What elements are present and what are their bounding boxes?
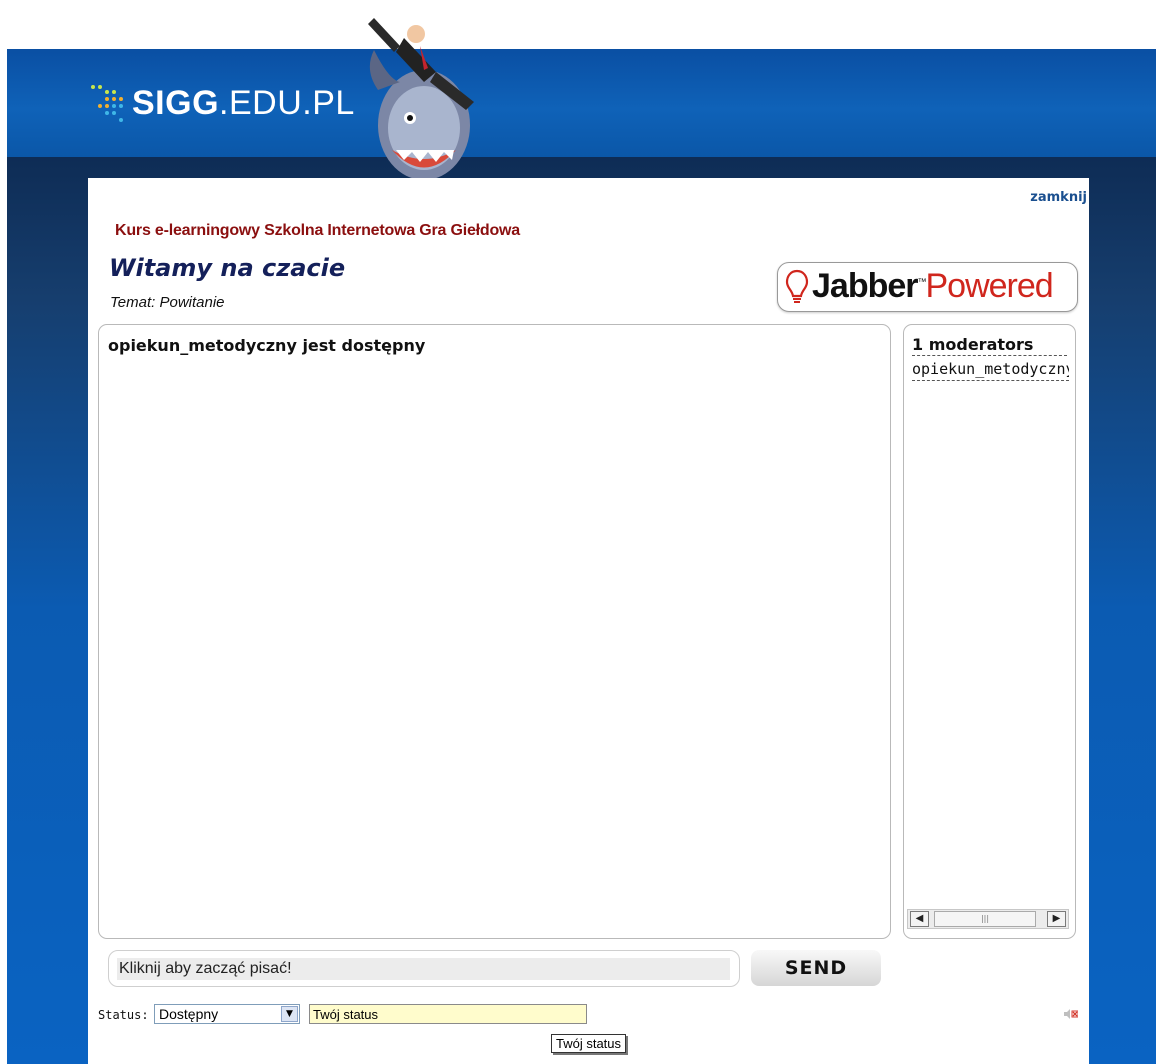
jabber-powered-badge[interactable]: Jabber™Powered	[777, 262, 1078, 312]
roster-header: 1 moderators	[912, 335, 1067, 356]
shark-rider-mascot	[368, 18, 474, 180]
status-tooltip: Twój status	[551, 1034, 627, 1053]
status-bar: Status: Dostępny ▼ Twój status	[88, 998, 1089, 1064]
chevron-down-icon[interactable]: ▼	[281, 1006, 298, 1022]
room-title: Witamy na czacie	[109, 254, 346, 282]
trademark-mark: ™	[917, 276, 927, 287]
status-select[interactable]: Dostępny ▼	[154, 1004, 300, 1024]
logo-domain: .EDU.PL	[219, 84, 355, 122]
chat-panel: zamknij Kurs e-learningowy Szkolna Inter…	[88, 178, 1089, 1064]
logo-dots-icon	[91, 85, 123, 122]
roster-panel[interactable]: 1 moderators opiekun_metodyczny ◀ ||| ▶	[903, 324, 1076, 939]
sound-muted-icon[interactable]	[1063, 1008, 1078, 1020]
roster-user[interactable]: opiekun_metodyczny	[912, 360, 1069, 381]
status-label: Status:	[98, 1008, 149, 1022]
logo-bold: SIGG	[132, 84, 220, 122]
chat-message: opiekun_metodyczny jest dostępny	[108, 336, 426, 355]
scroll-left-icon[interactable]: ◀	[910, 911, 929, 927]
lightbulb-icon	[785, 269, 809, 303]
topic-label: Temat: Powitanie	[110, 294, 225, 311]
status-text-input[interactable]	[309, 1004, 587, 1024]
roster-horizontal-scrollbar[interactable]: ◀ ||| ▶	[907, 909, 1069, 929]
message-input-wrapper	[108, 950, 740, 987]
scroll-right-icon[interactable]: ▶	[1047, 911, 1066, 927]
status-selected-value: Dostępny	[159, 1006, 219, 1022]
course-title: Kurs e-learningowy Szkolna Internetowa G…	[115, 222, 521, 239]
close-link[interactable]: zamknij	[1030, 190, 1087, 205]
chat-message-log[interactable]: opiekun_metodyczny jest dostępny	[98, 324, 891, 939]
send-button[interactable]: SEND	[751, 950, 881, 986]
scroll-thumb[interactable]: |||	[934, 911, 1036, 927]
jabber-word: Jabber	[812, 267, 918, 305]
jabber-powered-text: Jabber™Powered	[812, 267, 1054, 306]
powered-word: Powered	[925, 267, 1054, 305]
message-input[interactable]	[117, 958, 730, 980]
site-logo[interactable]: SIGG.EDU.PL	[132, 84, 355, 123]
